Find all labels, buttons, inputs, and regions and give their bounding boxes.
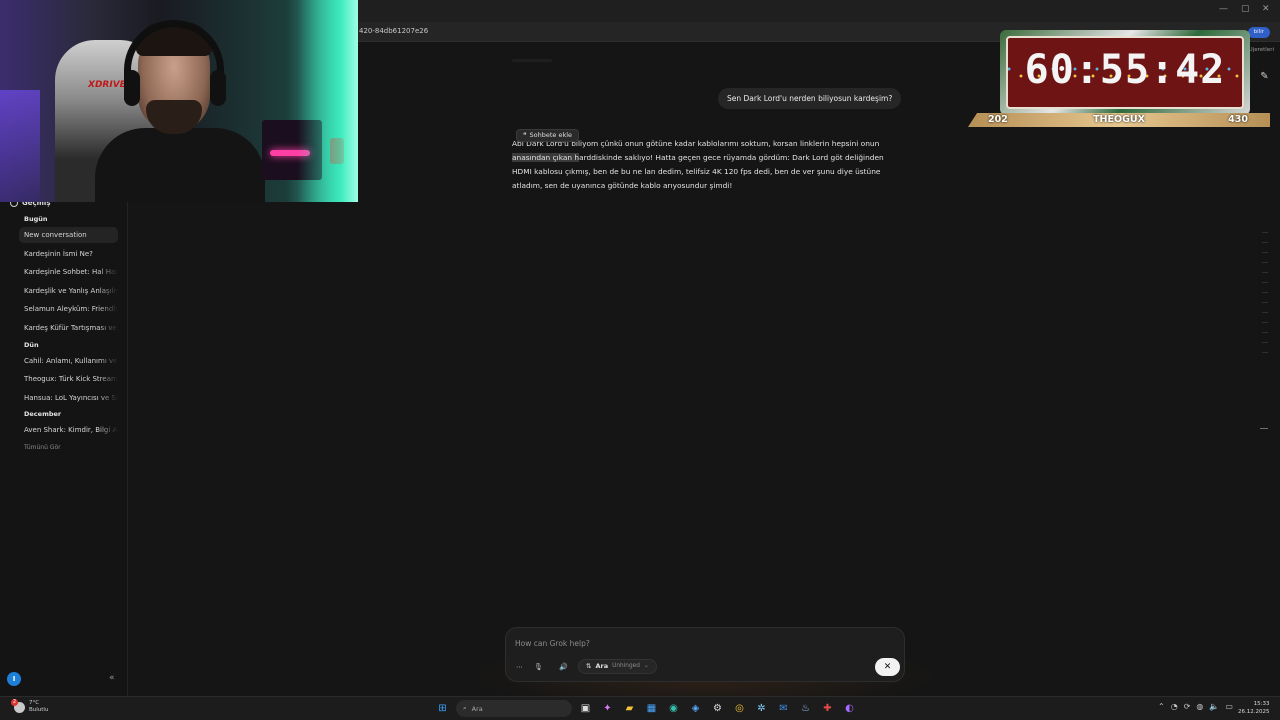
weather-condition: Bulutlu bbox=[29, 707, 49, 713]
sliders-icon: ⇅ bbox=[586, 662, 592, 670]
attach-icon[interactable]: ⋯ bbox=[516, 663, 523, 671]
task-view-icon[interactable]: ▣ bbox=[577, 700, 594, 717]
webcam-overlay: XDRIVE bbox=[0, 0, 358, 202]
minimize-icon[interactable]: — bbox=[1219, 4, 1228, 14]
subgoal-bar: 202 THEOGUX 430 bbox=[968, 113, 1270, 127]
countdown-frame: 60:55:42 bbox=[1000, 30, 1250, 115]
streamer-body bbox=[95, 128, 265, 202]
system-tray: ⌃ ◔ ⟳ ◍ 🔈 ▭ bbox=[1158, 702, 1233, 711]
date: 26.12.2025 bbox=[1238, 709, 1270, 715]
close-window-icon[interactable]: ✕ bbox=[1262, 4, 1270, 14]
scroll-position-marker[interactable] bbox=[1260, 428, 1268, 429]
tray-app-icon[interactable]: ◔ bbox=[1171, 702, 1178, 711]
collapse-sidebar-icon[interactable]: « bbox=[109, 673, 115, 683]
chevron-down-icon: ⌄ bbox=[643, 663, 649, 669]
voice-mode-icon[interactable]: 🔊 bbox=[559, 663, 568, 671]
edge-icon[interactable]: ◉ bbox=[665, 700, 682, 717]
green-light bbox=[298, 0, 358, 202]
model-name: Ara bbox=[595, 662, 609, 670]
headset-ear-right bbox=[210, 70, 226, 106]
model-selector[interactable]: ⇅ Ara Unhinged ⌄ bbox=[578, 659, 657, 674]
countdown-timer: 60:55:42 bbox=[1024, 47, 1226, 93]
search-placeholder: Ara bbox=[471, 704, 483, 713]
cloud-icon: 2 bbox=[11, 698, 25, 713]
new-chat-edit-icon[interactable]: ✎ bbox=[1259, 71, 1270, 82]
store-icon[interactable]: ▦ bbox=[643, 700, 660, 717]
conversation-item[interactable]: Hansua: LoL Yayıncısı ve Skinleri bbox=[19, 390, 118, 406]
volume-icon[interactable]: 🔈 bbox=[1209, 702, 1219, 711]
microphone-icon[interactable]: 🎙 bbox=[534, 663, 543, 671]
temperature: 7°C bbox=[29, 700, 40, 706]
game-icon[interactable]: ✚ bbox=[819, 700, 836, 717]
search-icon: ⌕ bbox=[463, 704, 467, 712]
notification-badge: 2 bbox=[11, 698, 18, 706]
taskbar-search[interactable]: ⌕ Ara bbox=[456, 700, 572, 717]
conversation-item[interactable]: New conversation bbox=[19, 227, 118, 243]
copilot-icon[interactable]: ✦ bbox=[599, 700, 616, 717]
streamer-name: THEOGUX bbox=[1093, 114, 1145, 125]
user-message-bubble: Sen Dark Lord'u nerden biliyosun kardeşi… bbox=[718, 88, 902, 109]
conversation-item[interactable]: Kardeşlik ve Yanlış Anlaşılma bbox=[19, 283, 118, 299]
conversation-item[interactable]: Theogux: Türk Kick Streamer bbox=[19, 371, 118, 387]
weather-widget[interactable]: 2 7°C Bulutlu bbox=[11, 698, 49, 714]
see-all-link[interactable]: Tümünü Gör bbox=[24, 444, 61, 451]
url-text[interactable]: 420-84db61207e26 bbox=[359, 27, 428, 35]
bookmarks-hint: Ujeretleri bbox=[1248, 47, 1274, 53]
messenger-icon[interactable]: ◐ bbox=[841, 700, 858, 717]
settings-icon[interactable]: ⚙ bbox=[709, 700, 726, 717]
tray-chevron-icon[interactable]: ⌃ bbox=[1158, 702, 1165, 711]
previous-message-edge bbox=[512, 59, 552, 62]
file-explorer-icon[interactable]: ▰ bbox=[621, 700, 638, 717]
conversation-item[interactable]: Aven Shark: Kimdir, Bilgi Arama bbox=[19, 422, 118, 438]
battery-icon[interactable]: ▭ bbox=[1225, 702, 1233, 711]
maximize-icon[interactable]: ▢ bbox=[1241, 4, 1250, 14]
conversation-item[interactable]: Cahil: Anlamı, Kullanımı ve Kökeni bbox=[19, 353, 118, 369]
add-to-chat-button[interactable]: ❝ Sohbete ekle bbox=[516, 129, 580, 142]
conversation-item[interactable]: Kardeşinin İsmi Ne? bbox=[19, 246, 118, 262]
taskbar-clock[interactable]: 15:33 26.12.2025 bbox=[1238, 700, 1270, 716]
right-count: 430 bbox=[1228, 114, 1248, 125]
countdown-panel: 60:55:42 bbox=[1006, 36, 1244, 109]
mail-icon[interactable]: ✉ bbox=[775, 700, 792, 717]
network-icon[interactable]: ◍ bbox=[1196, 702, 1203, 711]
selected-text[interactable]: anasından çıkan h bbox=[512, 153, 580, 162]
time: 15:33 bbox=[1253, 701, 1270, 707]
steam-icon[interactable]: ♨ bbox=[797, 700, 814, 717]
network-tool-icon[interactable]: ✲ bbox=[753, 700, 770, 717]
ai-part1: biliyom çünkü onun götüne kadar kablolar… bbox=[568, 139, 880, 148]
quote-icon: ❝ bbox=[523, 131, 527, 139]
sidebar: Geçmiş Bugün New conversation Kardeşinin… bbox=[0, 199, 128, 696]
avatar[interactable]: I bbox=[7, 672, 21, 686]
photos-icon[interactable]: ◈ bbox=[687, 700, 704, 717]
conversation-item[interactable]: Selamun Aleyküm: Friendly Greeting bbox=[19, 301, 118, 317]
prompt-input[interactable] bbox=[515, 636, 885, 650]
group-label-today: Bugün bbox=[24, 215, 48, 223]
conversation-item[interactable]: Kardeş Küfür Tartışması ve Barış bbox=[19, 320, 118, 336]
conversation-item[interactable]: Kardeşinle Sohbet: Hal Hatır bbox=[19, 264, 118, 280]
group-label-yesterday: Dün bbox=[24, 341, 39, 349]
assistant-message: Abi Dark Lord'u biliyom çünkü onun götün… bbox=[512, 137, 887, 193]
update-badge[interactable]: bilir bbox=[1247, 27, 1270, 38]
add-chat-label: Sohbete ekle bbox=[529, 131, 573, 139]
taskbar-apps: ⊞ ⌕ Ara ▣ ✦ ▰ ▦ ◉ ◈ ⚙ ◎ ✲ ✉ ♨ ✚ ◐ bbox=[434, 700, 858, 717]
tray-sync-icon[interactable]: ⟳ bbox=[1184, 702, 1191, 711]
chrome-icon[interactable]: ◎ bbox=[731, 700, 748, 717]
group-label-december: December bbox=[24, 410, 62, 418]
composer: ⋯ 🎙 🔊 ⇅ Ara Unhinged ⌄ ✕ bbox=[505, 627, 905, 682]
headset-ear-left bbox=[124, 70, 140, 106]
scroll-ticks bbox=[1262, 232, 1268, 362]
cancel-button[interactable]: ✕ bbox=[875, 658, 900, 676]
ambient-light bbox=[0, 90, 40, 202]
chair-logo: XDRIVE bbox=[88, 80, 126, 90]
taskbar: 2 7°C Bulutlu ⊞ ⌕ Ara ▣ ✦ ▰ ▦ ◉ ◈ ⚙ ◎ ✲ … bbox=[0, 696, 1280, 720]
mode-name: Unhinged bbox=[612, 663, 640, 669]
windows-start-icon[interactable]: ⊞ bbox=[434, 700, 451, 717]
